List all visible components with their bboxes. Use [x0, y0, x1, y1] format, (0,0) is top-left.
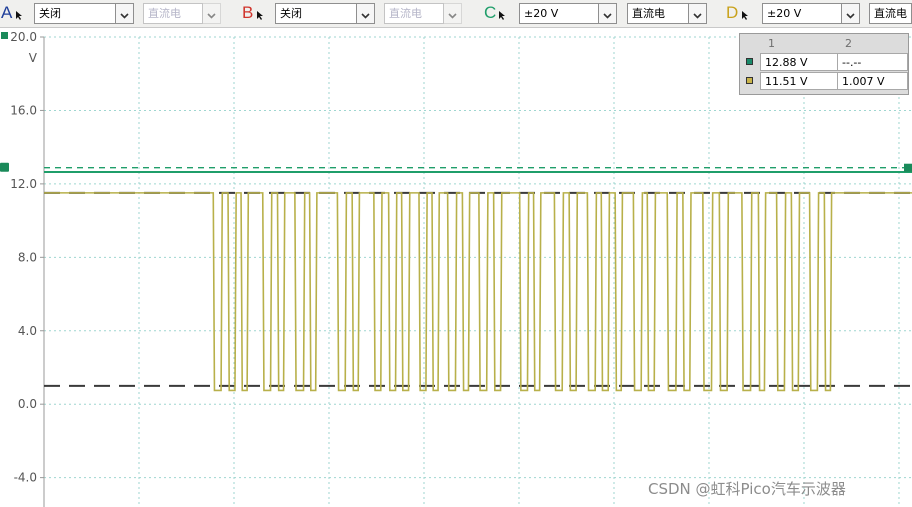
- channel-a-coupling-dropdown[interactable]: [202, 3, 221, 24]
- y-tick-label-2: 12.0: [10, 177, 37, 191]
- channel-a-range-select[interactable]: 关闭: [34, 3, 116, 24]
- waveform-traces: [44, 170, 912, 392]
- measurement-header-1: 1: [768, 37, 775, 50]
- measurement-header-2: 2: [845, 37, 852, 50]
- chevron-down-icon: [361, 13, 370, 19]
- y-tick-label-5: 0.0: [18, 397, 37, 411]
- chevron-down-icon: [448, 13, 457, 19]
- channel-b-coupling-value: 直流电: [389, 7, 422, 20]
- channel-b-range-select[interactable]: 关闭: [275, 3, 357, 24]
- channel-c-level-marker-icon[interactable]: [0, 162, 9, 172]
- y-tick-label-4: 4.0: [18, 324, 37, 338]
- channel-b-coupling-dropdown[interactable]: [443, 3, 462, 24]
- y-tick-label-6: -4.0: [14, 471, 37, 485]
- channel-a-coupling-select[interactable]: 直流电: [143, 3, 203, 24]
- channel-toolbar: A 关闭 直流电 B 关闭 直流电 C ±20 V 直流电 D ±20 V 直流…: [0, 0, 912, 28]
- channel-a-range-dropdown[interactable]: [115, 3, 134, 24]
- channel-a-label[interactable]: A: [1, 2, 12, 24]
- channel-c-coupling-dropdown[interactable]: [688, 3, 707, 24]
- y-unit-label: V: [29, 51, 38, 65]
- measurement-table[interactable]: 1 2 12.88 V --.-- 11.51 V 1.007 V: [739, 33, 909, 95]
- chevron-down-icon: [693, 13, 702, 19]
- channel-c-cursor-icon[interactable]: [498, 10, 507, 21]
- channel-c-range-dropdown[interactable]: [598, 3, 617, 24]
- measurement-row-1-col-2: --.--: [837, 53, 908, 71]
- measurement-row-2-col-1: 11.51 V: [760, 72, 838, 90]
- y-tick-label-0: 20.0: [10, 30, 37, 44]
- channel-a-cursor-icon[interactable]: [15, 10, 24, 21]
- channel-d-cursor-icon[interactable]: [741, 10, 750, 21]
- channel-d-range-select[interactable]: ±20 V: [762, 3, 842, 24]
- channel-c-coupling-select[interactable]: 直流电: [627, 3, 689, 24]
- channel-a-range-value: 关闭: [39, 7, 61, 20]
- measurement-row-2-col-2: 1.007 V: [837, 72, 908, 90]
- chevron-down-icon: [603, 13, 612, 19]
- channel-b-cursor-icon[interactable]: [256, 10, 265, 21]
- channel-d-label[interactable]: D: [726, 2, 738, 24]
- channel-b-coupling-select[interactable]: 直流电: [384, 3, 444, 24]
- watermark: CSDN @虹科Pico汽车示波器: [648, 480, 846, 498]
- channel-c-label[interactable]: C: [484, 2, 496, 24]
- channel-d-coupling-select[interactable]: 直流电: [869, 3, 912, 24]
- channel-c-right-marker-icon: [904, 163, 912, 172]
- channel-c-range-select[interactable]: ±20 V: [519, 3, 599, 24]
- channel-d-swatch-icon: [746, 77, 753, 84]
- channel-b-range-value: 关闭: [280, 7, 302, 20]
- channel-d-range-value: ±20 V: [767, 7, 802, 20]
- channel-c-swatch-icon: [746, 58, 753, 65]
- y-axis: 20.0 16.0 12.0 8.0 4.0 0.0 -4.0 V: [10, 30, 45, 507]
- oscilloscope-plot[interactable]: 20.0 16.0 12.0 8.0 4.0 0.0 -4.0 V: [0, 28, 912, 507]
- cursor-lines: [44, 167, 912, 387]
- channel-a-coupling-value: 直流电: [148, 7, 181, 20]
- channel-b-label[interactable]: B: [242, 2, 253, 24]
- channel-d-range-dropdown[interactable]: [841, 3, 860, 24]
- channel-c-coupling-value: 直流电: [632, 7, 665, 20]
- chevron-down-icon: [120, 13, 129, 19]
- channel-d-coupling-value: 直流电: [874, 7, 907, 20]
- plot-grid: [43, 36, 912, 507]
- channel-c-range-value: ±20 V: [524, 7, 559, 20]
- channel-b-range-dropdown[interactable]: [356, 3, 375, 24]
- chevron-down-icon: [846, 13, 855, 19]
- channel-c-top-marker-icon: [1, 32, 8, 39]
- chevron-down-icon: [207, 13, 216, 19]
- y-tick-label-1: 16.0: [10, 103, 37, 117]
- channel-d-trace: [44, 192, 912, 392]
- y-tick-label-3: 8.0: [18, 250, 37, 264]
- measurement-row-1-col-1: 12.88 V: [760, 53, 838, 71]
